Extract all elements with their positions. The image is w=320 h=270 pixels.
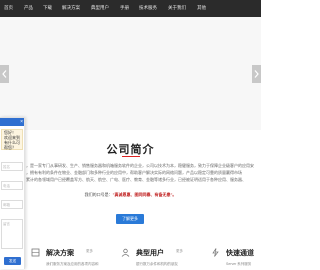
intro-line-1: ，是一家专门从事研发、生产、销售服务器和机箱服务软件的企业，公司以技术为本，稳健…	[26, 163, 254, 168]
slogan-prefix: 我们的口号是：	[84, 192, 113, 197]
category-title: 解决方案	[46, 250, 74, 257]
title-underline	[122, 156, 140, 157]
chat-email-field[interactable]: 邮箱	[1, 200, 23, 209]
chat-greeting-bubble: 您好！ 欢迎来到 有什么可 帮您？	[1, 129, 23, 150]
carousel-prev-button[interactable]	[0, 65, 9, 83]
chat-widget[interactable]: × 您好！ 欢迎来到 有什么可 帮您？ 姓名 电话 邮箱 留言 发送	[0, 117, 25, 269]
carousel-next-button[interactable]	[252, 65, 261, 83]
puzzle-icon	[30, 247, 40, 257]
banner-carousel	[0, 17, 261, 130]
category-title: 快速通道	[226, 250, 254, 257]
category-more-link[interactable]: 更多	[86, 249, 93, 254]
nav-item-products[interactable]: 产品	[24, 5, 33, 11]
top-navigation-bar: 首页 产品 下载 解决方案 典型用户 手册 技术服务 关于我们 其他	[0, 0, 261, 17]
chevron-left-icon	[2, 70, 7, 78]
chat-header: ×	[0, 118, 24, 126]
nav-item-solutions[interactable]: 解决方案	[62, 5, 80, 11]
lightning-icon	[210, 247, 220, 257]
category-title: 典型用户	[136, 250, 164, 257]
nav-item-about-us[interactable]: 关于我们	[168, 5, 186, 11]
chat-phone-field[interactable]: 电话	[1, 181, 23, 190]
learn-more-button[interactable]: 了解更多	[116, 214, 144, 224]
nav-item-typical-users[interactable]: 典型用户	[91, 5, 109, 11]
chat-name-field[interactable]: 姓名	[1, 162, 23, 171]
intro-line-3: 累计的各领域用户已经覆盖军方、航天、航空、广电、医疗、教育、金融等诸多行业，已经…	[26, 177, 246, 182]
users-icon	[120, 247, 130, 257]
company-slogan: 我们的口号是："真诚恩惠、图同同春、有备无患"。	[0, 192, 261, 198]
nav-item-home[interactable]: 首页	[4, 5, 13, 11]
chat-message-field[interactable]: 留言	[1, 219, 23, 249]
nav-item-manual[interactable]: 手册	[120, 5, 129, 11]
nav-item-download[interactable]: 下载	[43, 5, 52, 11]
section-title: 公司简介	[106, 144, 155, 156]
category-description: 我们服务方案及应用的各项内容和	[46, 262, 99, 266]
category-description: 银行数万余件和机构的朋友	[136, 262, 178, 266]
category-description: Server 系列服务	[226, 262, 252, 266]
chevron-right-icon	[254, 70, 259, 78]
chat-greeting-line: 帮您？	[4, 145, 16, 150]
nav-item-tech-service[interactable]: 技术服务	[139, 5, 157, 11]
category-more-link[interactable]: 更多	[176, 249, 183, 254]
slogan-text: "真诚恩惠、图同同春、有备无患"。	[112, 192, 177, 197]
intro-line-2: ，拥有有利的条件在物业、金融部门和多种行业的应用中，帮助客户解决实际的网络问题，…	[26, 170, 242, 175]
nav-item-other[interactable]: 其他	[197, 5, 206, 11]
chat-close-button[interactable]: ×	[20, 119, 23, 125]
chat-send-button[interactable]: 发送	[4, 257, 21, 265]
